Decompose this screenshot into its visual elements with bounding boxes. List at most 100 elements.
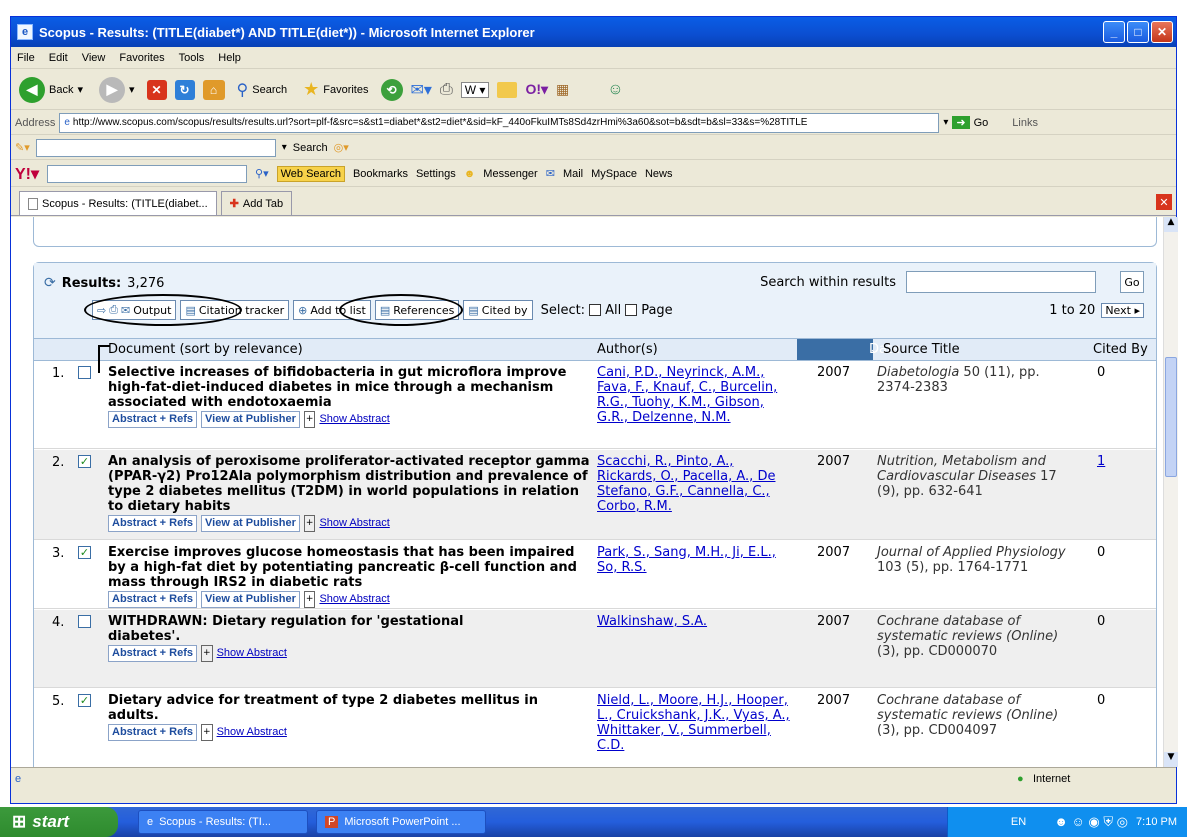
language-indicator[interactable]: EN [1011, 816, 1026, 828]
scroll-down-icon[interactable]: ▼ [1164, 752, 1178, 767]
yahoo-search-input[interactable] [47, 164, 248, 183]
forward-button[interactable]: ▶ ▾ [95, 75, 139, 105]
go-arrow-icon[interactable]: ➜ [952, 116, 970, 129]
maximize-button[interactable]: □ [1127, 21, 1149, 43]
expand-icon[interactable]: + [201, 724, 213, 741]
show-abstract-link[interactable]: Show Abstract [319, 516, 389, 531]
next-button[interactable]: Next ▸ [1101, 303, 1144, 318]
toolbar-search-button[interactable]: Search [293, 142, 328, 154]
toolbar-search-input[interactable] [35, 138, 276, 157]
column-date-sorted[interactable]: ⌄ Date [797, 339, 900, 360]
row-checkbox[interactable] [78, 366, 91, 379]
favorites-button[interactable]: ★ Favorites [299, 77, 372, 102]
close-tab-icon[interactable]: ✕ [1156, 194, 1172, 210]
menu-file[interactable]: File [17, 52, 35, 64]
mail-button[interactable]: Mail [563, 168, 583, 180]
column-cited-by[interactable]: Cited By [1093, 342, 1148, 357]
abstract-refs-link[interactable]: Abstract + Refs [108, 515, 198, 532]
scroll-thumb[interactable] [1165, 357, 1177, 477]
start-button[interactable]: ⊞ start [0, 807, 118, 837]
dropdown-icon[interactable]: ▾ [282, 142, 287, 153]
refresh-icon[interactable]: ↻ [174, 79, 195, 100]
taskbar-item-powerpoint[interactable]: P Microsoft PowerPoint ... [316, 810, 486, 834]
row-checkbox-checked[interactable]: ✓ [78, 694, 91, 707]
expand-icon[interactable]: + [201, 645, 213, 662]
result-title[interactable]: WITHDRAWN: Dietary regulation for 'gesta… [108, 614, 538, 662]
back-button[interactable]: ◀ Back ▾ [15, 75, 87, 105]
expand-icon[interactable]: + [303, 591, 316, 608]
tray-icons[interactable]: ☻ ☺ ◉ ⛨ ◎ [1054, 814, 1128, 830]
history-icon[interactable]: ⟲ [380, 78, 403, 101]
minimize-button[interactable]: _ [1103, 21, 1125, 43]
messenger-button[interactable]: Messenger [483, 168, 537, 180]
add-tab-button[interactable]: ✚ Add Tab [220, 191, 293, 215]
web-search-button[interactable]: Web Search [276, 165, 345, 182]
result-title-text[interactable]: Exercise improves glucose homeostasis th… [108, 545, 592, 590]
address-dropdown-icon[interactable]: ▾ [943, 117, 948, 128]
msn-buddy-icon[interactable]: ☺ [607, 81, 623, 99]
show-abstract-link[interactable]: Show Abstract [217, 646, 287, 661]
menu-edit[interactable]: Edit [49, 52, 68, 64]
authors-link[interactable]: Walkinshaw, S.A. [597, 614, 793, 629]
select-page-checkbox[interactable] [625, 304, 638, 316]
messenger-icon[interactable]: O!▾ [525, 81, 548, 98]
row-checkbox-checked[interactable]: ✓ [78, 546, 91, 559]
menu-tools[interactable]: Tools [179, 52, 205, 64]
row-checkbox-checked[interactable]: ✓ [78, 455, 91, 468]
authors-link[interactable]: Nield, L., Moore, H.J., Hooper, L., Crui… [597, 693, 793, 753]
show-abstract-link[interactable]: Show Abstract [319, 412, 389, 427]
abstract-refs-link[interactable]: Abstract + Refs [108, 411, 198, 428]
news-button[interactable]: News [645, 168, 673, 180]
result-title[interactable]: An analysis of peroxisome proliferator-a… [108, 454, 592, 532]
magnifier-icon[interactable]: ⚲▾ [255, 167, 269, 180]
expand-icon[interactable]: + [303, 515, 316, 532]
mail-icon[interactable]: ✉▾ [411, 80, 432, 100]
home-icon[interactable]: ⌂ [202, 79, 225, 100]
authors-link[interactable]: Cani, P.D., Neyrinck, A.M., Fava, F., Kn… [597, 365, 793, 425]
print-icon[interactable]: ⎙ [440, 81, 453, 99]
highlight-icon[interactable]: ◎▾ [334, 141, 349, 154]
search-button[interactable]: ⚲ Search [233, 78, 292, 102]
expand-icon[interactable]: + [303, 411, 316, 428]
view-at-publisher-link[interactable]: View at Publisher [201, 591, 300, 608]
search-within-go-button[interactable]: Go [1120, 271, 1144, 293]
authors-link[interactable]: Park, S., Sang, M.H., Ji, E.L., So, R.S. [597, 545, 793, 575]
abstract-refs-link[interactable]: Abstract + Refs [108, 591, 198, 608]
stop-icon[interactable]: ✕ [146, 79, 167, 100]
settings-button[interactable]: Settings [416, 168, 456, 180]
row-checkbox[interactable] [78, 615, 91, 628]
address-input[interactable]: e http://www.scopus.com/scopus/results/r… [59, 112, 940, 133]
word-icon[interactable]: W ▾ [460, 81, 490, 98]
abstract-refs-link[interactable]: Abstract + Refs [108, 724, 198, 741]
view-at-publisher-link[interactable]: View at Publisher [201, 515, 300, 532]
go-button[interactable]: Go [974, 117, 989, 129]
result-title[interactable]: Dietary advice for treatment of type 2 d… [108, 693, 578, 741]
tab-scopus[interactable]: Scopus - Results: (TITLE(diabet... [19, 191, 217, 215]
abstract-refs-link[interactable]: Abstract + Refs [108, 645, 198, 662]
result-title[interactable]: Selective increases of bifidobacteria in… [108, 365, 592, 428]
result-title-text[interactable]: Selective increases of bifidobacteria in… [108, 365, 592, 410]
show-abstract-link[interactable]: Show Abstract [319, 592, 389, 607]
result-title[interactable]: Exercise improves glucose homeostasis th… [108, 545, 592, 608]
menu-help[interactable]: Help [218, 52, 241, 64]
select-all-checkbox[interactable] [589, 304, 602, 316]
myspace-button[interactable]: MySpace [591, 168, 637, 180]
close-button[interactable]: ✕ [1151, 21, 1173, 43]
bookmarks-button[interactable]: Bookmarks [353, 168, 408, 180]
authors-link[interactable]: Scacchi, R., Pinto, A., Rickards, O., Pa… [597, 454, 793, 514]
cited-count-link[interactable]: 1 [1097, 454, 1105, 469]
research-icon[interactable]: ▦ [556, 81, 569, 98]
taskbar-item-ie[interactable]: e Scopus - Results: (TI... [138, 810, 308, 834]
view-at-publisher-link[interactable]: View at Publisher [201, 411, 300, 428]
folder-icon[interactable] [497, 81, 518, 98]
column-document[interactable]: Document (sort by relevance) [108, 342, 303, 357]
scroll-up-icon[interactable]: ▲ [1164, 217, 1178, 232]
column-source[interactable]: Source Title [883, 342, 960, 357]
column-authors[interactable]: Author(s) [597, 342, 658, 357]
result-title-text[interactable]: Dietary advice for treatment of type 2 d… [108, 693, 578, 723]
vertical-scrollbar[interactable]: ▲ ▼ [1163, 217, 1178, 767]
result-title-text[interactable]: WITHDRAWN: Dietary regulation for 'gesta… [108, 614, 538, 644]
menu-view[interactable]: View [82, 52, 106, 64]
menu-favorites[interactable]: Favorites [119, 52, 164, 64]
cited-by-button[interactable]: ▤ Cited by [463, 300, 533, 320]
